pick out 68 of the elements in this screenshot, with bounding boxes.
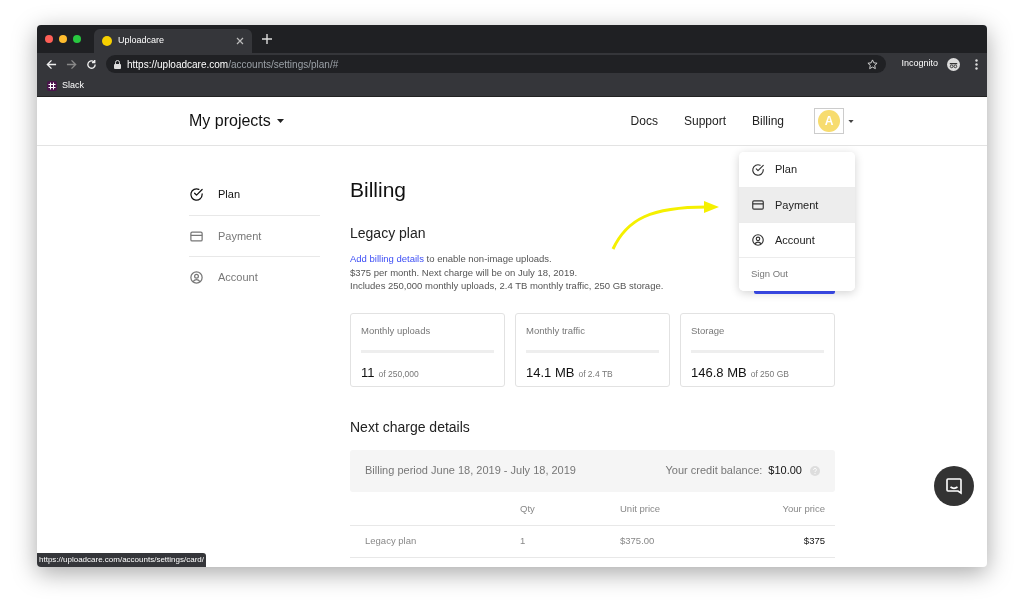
nav-link[interactable]: Support (683, 112, 726, 130)
billing-period: Billing period June 18, 2019 - July 18, 2019 (365, 463, 577, 479)
table-cell: 1 (520, 525, 620, 558)
favicon-icon (102, 36, 112, 46)
nav-link[interactable]: Billing (752, 112, 784, 130)
credit-card-icon (189, 228, 204, 244)
menu-item[interactable]: Sign Out (739, 257, 855, 291)
back-arrow-icon[interactable] (46, 58, 57, 70)
usage-label: Monthly traffic (526, 323, 586, 338)
bookmark[interactable]: Slack (47, 78, 84, 93)
more-icon[interactable] (975, 58, 978, 70)
plan-description: Includes 250,000 monthly uploads, 2.4 TB monthly traffic, 250 GB storage. (350, 279, 664, 293)
status-url: https://uploadcare.com/accounts/settings/card/ (37, 553, 206, 567)
table-cell: Legacy plan (350, 525, 520, 558)
lock-icon (114, 59, 121, 69)
table-cell: $375.00 (620, 525, 728, 558)
credit-label: Your credit balance: (665, 463, 763, 479)
project-selector[interactable]: My projects (189, 109, 284, 133)
plan-description: $375 per month. Next charge will be on July 18, 2019. (350, 265, 578, 279)
usage-value: 11 (361, 363, 375, 382)
star-icon[interactable] (867, 58, 879, 70)
address-bar[interactable]: https://uploadcare.com/accounts/settings/plan/# (106, 55, 887, 73)
url-text: https://uploadcare.com/accounts/settings/plan/# (127, 57, 340, 72)
chat-icon (945, 477, 963, 495)
usage-limit: of 250 GB (750, 367, 789, 381)
sidebar-item[interactable]: Payment (189, 215, 320, 256)
menu-item[interactable]: Plan (739, 152, 855, 187)
check-circle-icon (751, 162, 765, 177)
sidebar-item[interactable]: Plan (189, 174, 320, 215)
incognito-icon[interactable] (947, 57, 960, 71)
credit-amount: $10.00 (768, 463, 802, 479)
hash-icon (47, 80, 57, 91)
maximize-window-icon[interactable] (73, 35, 81, 43)
new-tab-icon[interactable] (262, 34, 272, 44)
plan-notice: Add billing details to enable non-image uploads. (350, 252, 552, 266)
credit-card-icon (751, 198, 765, 212)
caret-icon (276, 119, 284, 123)
table-cell: $375 (727, 525, 835, 558)
section-heading: Next charge details (350, 417, 471, 437)
close-icon[interactable] (236, 37, 244, 45)
forward-arrow-icon[interactable] (66, 58, 77, 70)
usage-limit: of 2.4 TB (578, 367, 613, 381)
user-circle-icon (189, 269, 204, 285)
check-circle-icon (189, 187, 204, 202)
usage-label: Monthly uploads (361, 323, 432, 338)
close-window-icon[interactable] (45, 35, 53, 43)
billing-link[interactable]: Add billing details (350, 253, 424, 264)
browser-tab[interactable]: Uploadcare (94, 29, 252, 53)
nav-link[interactable]: Docs (630, 112, 658, 130)
minimize-window-icon[interactable] (59, 35, 67, 43)
caret-icon[interactable] (848, 119, 854, 123)
column-header: Your price (727, 501, 835, 526)
user-circle-icon (751, 233, 765, 247)
tab-title: Uploadcare (118, 34, 166, 48)
reload-icon[interactable] (86, 58, 97, 70)
column-header: Qty (520, 501, 620, 526)
usage-limit: of 250,000 (378, 367, 419, 381)
column-header: Unit price (620, 501, 728, 526)
usage-label: Storage (691, 323, 726, 338)
usage-value: 146.8 MB (691, 363, 747, 382)
menu-item[interactable]: Account (739, 222, 855, 257)
incognito-label: Incognito (901, 57, 938, 71)
usage-value: 14.1 MB (526, 363, 575, 382)
menu-item[interactable]: Payment (739, 187, 855, 222)
page-title: Billing (350, 177, 408, 203)
section-heading: Legacy plan (350, 224, 426, 243)
sidebar-item[interactable]: Account (189, 256, 320, 297)
chat-button[interactable] (934, 466, 974, 506)
